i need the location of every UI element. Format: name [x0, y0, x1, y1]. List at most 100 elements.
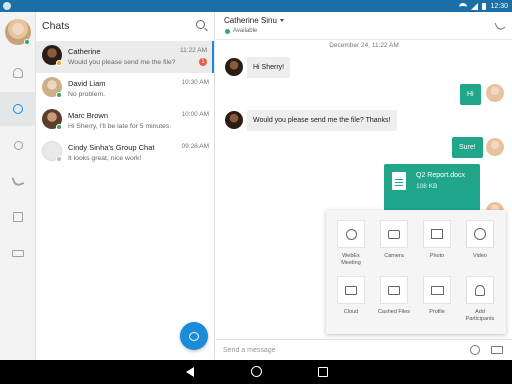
phone-icon	[11, 174, 25, 188]
attach-label: Profile	[429, 309, 445, 315]
attach-webex-meeting[interactable]: WebEx Meeting	[332, 220, 370, 267]
presence-dot	[56, 92, 62, 98]
file-size: 108 KB	[416, 183, 438, 190]
meeting-icon	[13, 140, 23, 150]
presence-dot	[56, 124, 62, 130]
sidebar-item-chats[interactable]	[0, 92, 36, 126]
attach-profile[interactable]: Profile	[418, 276, 456, 316]
attach-label: Video	[473, 253, 487, 259]
chat-bubble-icon	[13, 104, 23, 114]
message-input[interactable]	[223, 344, 453, 357]
search-icon[interactable]	[196, 20, 205, 29]
chat-time: 10:30 AM	[181, 79, 209, 86]
contact-status: Available	[233, 28, 258, 34]
battery-icon	[482, 2, 487, 10]
chats-header: Chats	[36, 12, 214, 40]
conversation-header: Catherine Sinu Available	[216, 12, 512, 40]
person-icon	[13, 68, 23, 78]
attach-label: Cashed Files	[377, 309, 411, 315]
home-icon[interactable]	[251, 366, 262, 377]
attach-label: Cloud	[343, 309, 359, 315]
sidebar-item-meetings[interactable]	[0, 128, 36, 162]
attach-cloud[interactable]: Cloud	[332, 276, 370, 316]
presence-dot	[225, 29, 230, 34]
attach-cached-files[interactable]: Cashed Files	[375, 276, 413, 316]
add-participant-icon	[475, 284, 485, 296]
my-avatar	[486, 84, 504, 102]
profile-card-icon	[430, 285, 444, 295]
chat-item-david-liam[interactable]: David Liam No problem. 10:30 AM	[36, 73, 214, 105]
contact-name: Catherine Sinu	[224, 16, 277, 25]
file-attachment[interactable]: Q2 Report.docx 108 KB	[384, 164, 480, 212]
message-bubble-outgoing: Hi	[460, 84, 481, 105]
chats-panel: Chats Catherine Would you please send me…	[36, 12, 215, 360]
chat-preview: Would you please send me the file?	[68, 59, 176, 66]
call-icon[interactable]	[494, 19, 506, 32]
cached-files-icon	[388, 285, 400, 295]
presence-dot	[56, 156, 62, 162]
new-chat-button[interactable]	[180, 322, 208, 350]
sender-avatar	[225, 58, 243, 76]
message-composer	[216, 339, 512, 360]
chat-time: 09:28 AM	[181, 143, 209, 150]
app-logo-icon	[3, 2, 11, 10]
keyboard-icon[interactable]	[491, 346, 503, 354]
signal-icon	[471, 2, 479, 10]
cloud-folder-icon	[345, 285, 357, 295]
message-bubble-outgoing: Sure!	[452, 137, 483, 158]
chat-preview: It looks great, nice work!	[68, 155, 142, 162]
attach-label: Add Participants	[465, 309, 495, 322]
chat-name: Cindy Sinha's Group Chat	[68, 143, 155, 152]
photo-icon	[431, 229, 443, 239]
wifi-icon	[459, 2, 468, 10]
conversation-panel: Catherine Sinu Available December 24, 11…	[216, 12, 512, 360]
document-icon	[392, 172, 406, 190]
sidebar-item-voicemail[interactable]	[0, 236, 36, 270]
file-name: Q2 Report.docx	[416, 172, 466, 179]
presence-dot	[56, 60, 62, 66]
chat-name: Catherine	[68, 47, 101, 56]
chat-time: 11:22 AM	[180, 47, 207, 54]
video-icon	[474, 228, 486, 240]
status-bar: 12:30	[0, 0, 512, 12]
calendar-icon	[13, 212, 23, 222]
chat-item-marc-brown[interactable]: Marc Brown Hi Sherry, I'll be late for 5…	[36, 105, 214, 137]
sidebar-item-contacts[interactable]	[0, 56, 36, 90]
chat-bubble-icon	[189, 331, 199, 341]
chat-item-catherine[interactable]: Catherine Would you please send me the f…	[36, 41, 214, 73]
emoji-icon[interactable]	[470, 345, 480, 355]
chat-name: Marc Brown	[68, 111, 109, 120]
attach-camera[interactable]: Camera	[375, 220, 413, 260]
message-bubble-incoming: Would you please send me the file? Thank…	[247, 110, 397, 131]
attach-label: Photo	[429, 253, 445, 259]
my-avatar	[486, 138, 504, 156]
attach-video[interactable]: Video	[461, 220, 499, 260]
attach-menu: WebEx Meeting Camera Photo Video Cloud C…	[326, 210, 506, 334]
message-bubble-incoming: Hi Sherry!	[247, 57, 291, 78]
date-separator: December 24, 11:22 AM	[329, 42, 399, 49]
contact-name-dropdown[interactable]: Catherine Sinu	[224, 16, 284, 25]
recent-apps-icon[interactable]	[318, 367, 328, 377]
sidebar-item-calls[interactable]	[0, 164, 36, 198]
chat-item-group-chat[interactable]: Cindy Sinha's Group Chat It looks great,…	[36, 137, 214, 169]
unread-badge: 1	[199, 58, 207, 66]
back-icon[interactable]	[186, 367, 194, 377]
chat-name: David Liam	[68, 79, 106, 88]
chats-title: Chats	[42, 20, 70, 32]
my-presence-dot	[24, 39, 30, 45]
caret-down-icon	[279, 19, 284, 23]
nav-rail	[0, 12, 36, 360]
sidebar-item-calendar[interactable]	[0, 200, 36, 234]
attach-label: Camera	[384, 253, 404, 259]
attach-photo[interactable]: Photo	[418, 220, 456, 260]
sender-avatar	[225, 111, 243, 129]
attach-add-participants[interactable]: Add Participants	[461, 276, 499, 323]
voicemail-icon	[12, 249, 24, 257]
camera-icon	[388, 229, 400, 239]
webex-icon	[345, 228, 357, 240]
system-nav-bar	[0, 360, 512, 384]
chat-time: 10:00 AM	[181, 111, 209, 118]
chat-preview: Hi Sherry, I'll be late for 5 minutes.	[68, 123, 172, 130]
status-time: 12:30	[490, 2, 508, 10]
attach-label: WebEx Meeting	[341, 253, 361, 266]
